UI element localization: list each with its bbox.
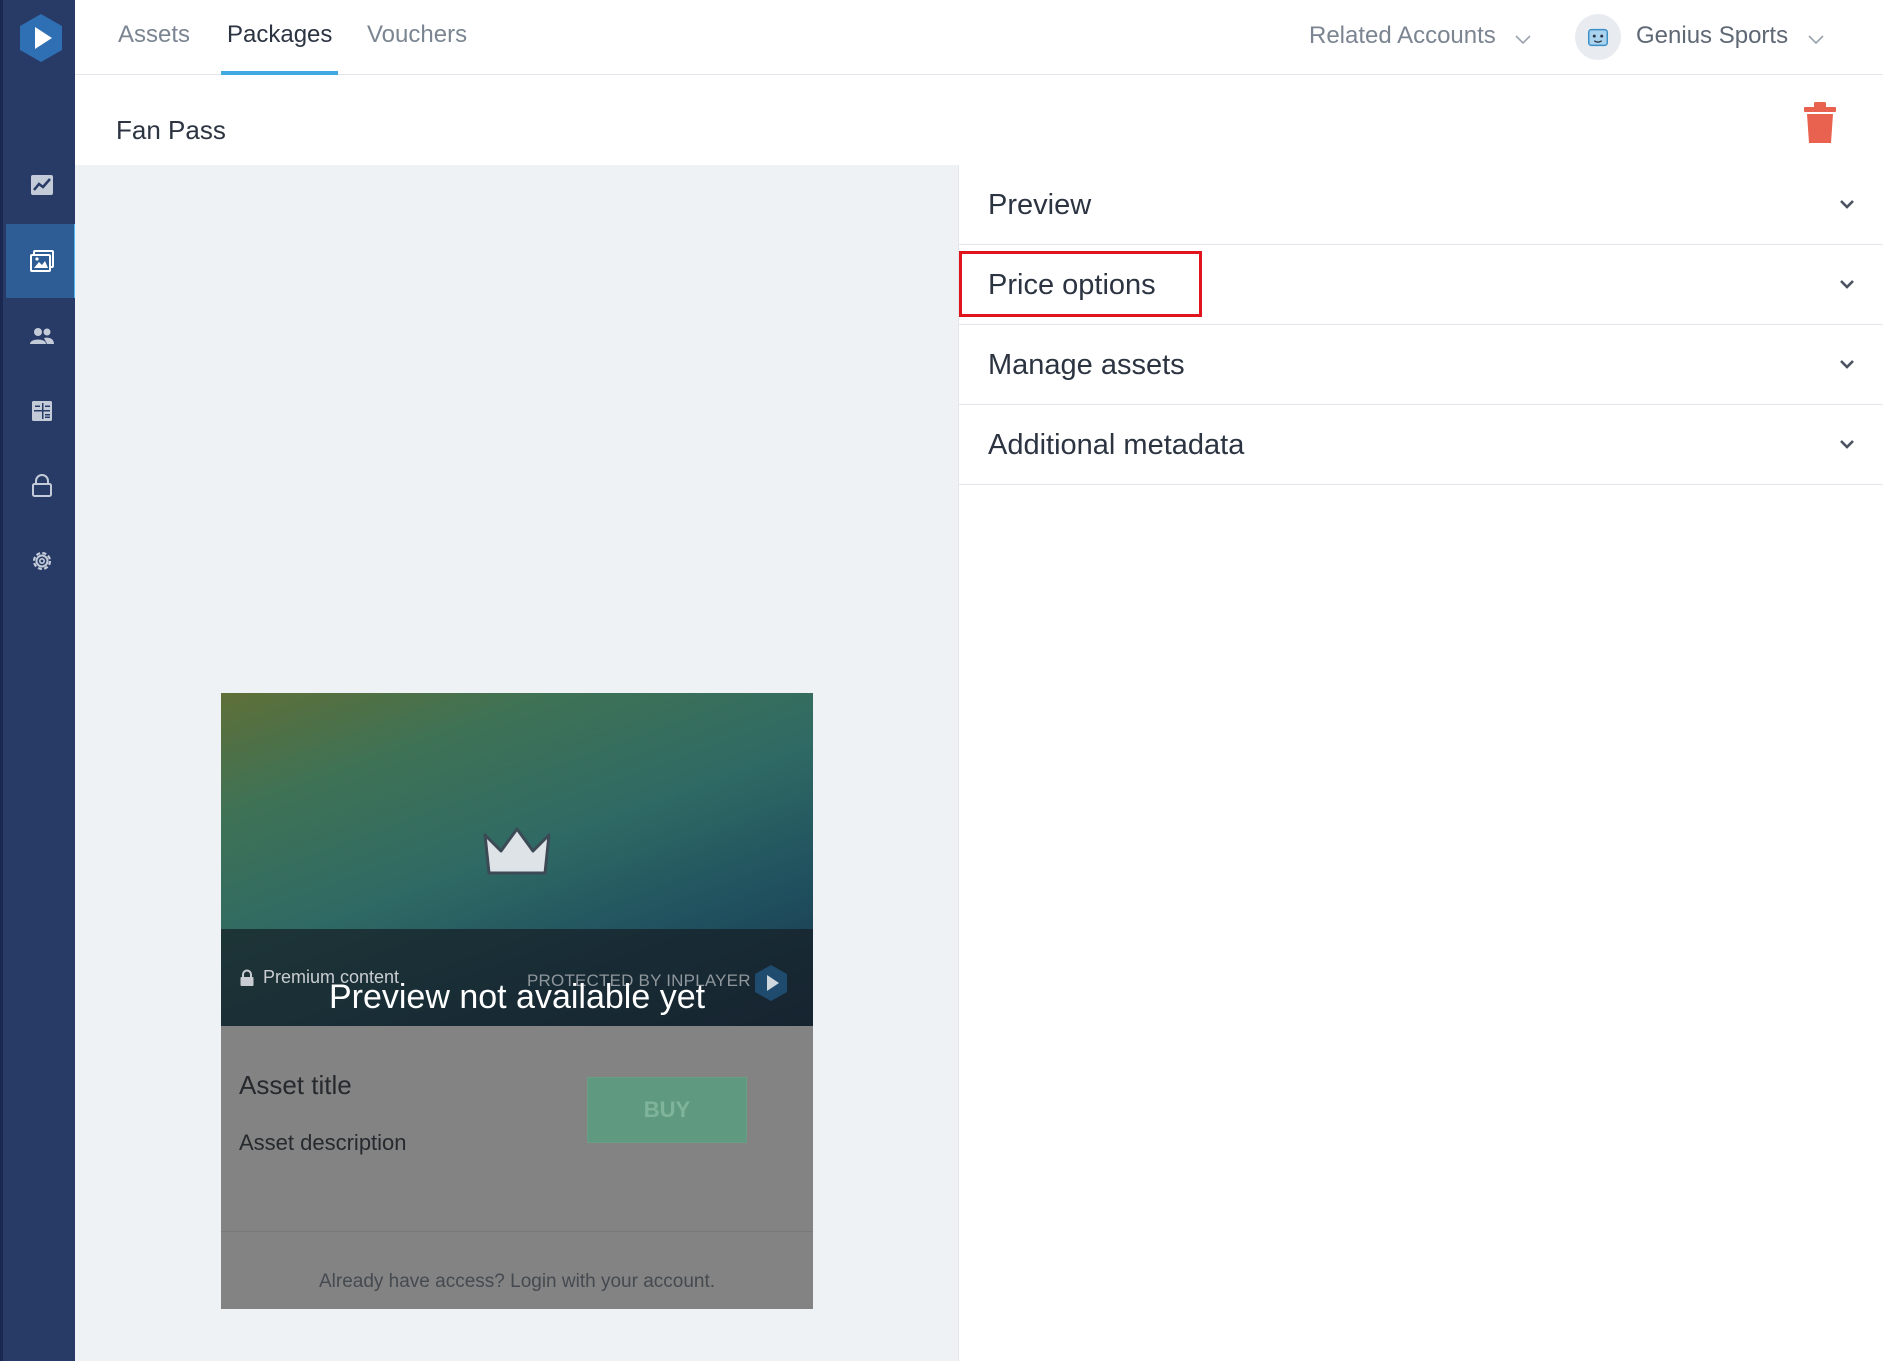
sidebar-item-security[interactable] [6, 449, 78, 523]
sidebar [0, 0, 78, 1361]
gear-icon [32, 551, 52, 571]
preview-not-available-text: Preview not available yet [328, 978, 706, 1016]
chevron-down-icon [1840, 280, 1854, 289]
sidebar-item-assets[interactable] [6, 224, 78, 298]
inplayer-logo-icon[interactable] [15, 12, 67, 64]
top-navigation: Assets Packages Vouchers Related Account… [75, 0, 1883, 75]
analytics-icon [31, 175, 53, 195]
chevron-down-icon [1840, 200, 1854, 209]
tab-assets[interactable]: Assets [118, 0, 190, 75]
accordion-additional-metadata[interactable]: Additional metadata [959, 405, 1883, 485]
accordion-preview[interactable]: Preview [959, 165, 1883, 245]
paywall-preview-card: Premium content PROTECTED BY INPLAYER Pr… [221, 693, 813, 1309]
account-menu[interactable]: Genius Sports [1636, 0, 1788, 75]
chevron-down-icon[interactable] [1807, 30, 1825, 48]
lock-icon [32, 474, 52, 497]
card-divider [221, 1231, 813, 1232]
accordion-label: Additional metadata [988, 429, 1245, 461]
price-options-highlight-box [959, 251, 1202, 317]
tab-packages[interactable]: Packages [220, 0, 339, 75]
asset-title: Asset title [239, 1070, 352, 1100]
sidebar-item-users[interactable] [6, 299, 78, 373]
package-header: Fan Pass [75, 75, 1883, 165]
chevron-down-icon[interactable] [1514, 30, 1532, 48]
preview-pane: Premium content PROTECTED BY INPLAYER Pr… [75, 165, 958, 1361]
media-assets-icon [30, 250, 54, 272]
chevron-down-icon [1840, 440, 1854, 449]
chevron-down-icon [1840, 360, 1854, 369]
preview-hero-image: Premium content PROTECTED BY INPLAYER Pr… [221, 693, 813, 1026]
page-title: Fan Pass [116, 115, 226, 145]
accordion-label: Manage assets [988, 349, 1185, 381]
accordion-manage-assets[interactable]: Manage assets [959, 325, 1883, 405]
buy-button[interactable]: BUY [587, 1077, 747, 1143]
crown-icon [483, 827, 551, 875]
sidebar-item-analytics[interactable] [6, 148, 78, 222]
account-name: Genius Sports [1636, 22, 1789, 49]
calculator-icon [32, 401, 52, 421]
package-settings-accordion: Preview Price options Manage assets Addi… [958, 165, 1883, 1361]
tab-vouchers[interactable]: Vouchers [367, 0, 467, 75]
login-link[interactable]: Already have access? Login with your acc… [221, 1271, 813, 1293]
avatar[interactable] [1575, 14, 1621, 60]
account-avatar-icon [1587, 28, 1609, 47]
preview-card-body: Asset title Asset description BUY Alread… [221, 1026, 813, 1309]
users-icon [30, 328, 54, 344]
accordion-label: Preview [988, 189, 1092, 221]
asset-description: Asset description [239, 1130, 407, 1155]
trash-icon[interactable] [1802, 99, 1838, 145]
sidebar-item-settings[interactable] [6, 524, 78, 598]
related-accounts-label: Related Accounts [1309, 22, 1496, 49]
sidebar-item-calculator[interactable] [6, 374, 78, 448]
related-accounts-dropdown[interactable]: Related Accounts [1309, 0, 1496, 75]
